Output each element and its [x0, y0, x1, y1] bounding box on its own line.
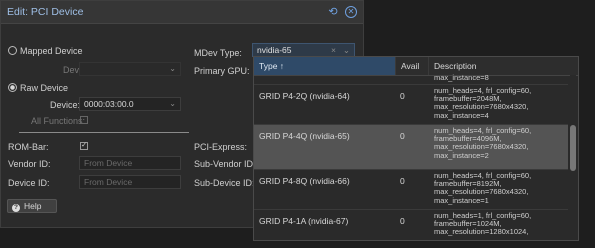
- all-functions-label: All Functions:: [31, 116, 86, 126]
- rom-bar-checkbox[interactable]: ✓: [80, 142, 88, 150]
- mdev-type-select[interactable]: nvidia-65 × ⌄: [252, 43, 355, 57]
- raw-device-select[interactable]: 0000:03:00.0 ⌄: [79, 97, 181, 111]
- vendor-id-label: Vendor ID:: [8, 159, 51, 169]
- row-avail: 0: [400, 176, 405, 186]
- list-item[interactable]: max_instance=8: [254, 67, 568, 85]
- vendor-id-input[interactable]: From Device: [79, 156, 181, 170]
- mapped-device-select[interactable]: ⌄: [79, 62, 181, 76]
- sub-device-id-label: Sub-Device ID:: [194, 178, 255, 188]
- row-avail: 0: [400, 216, 405, 226]
- close-icon[interactable]: ✕: [345, 6, 357, 18]
- chevron-down-icon: ⌄: [169, 64, 176, 73]
- help-label: Help: [24, 201, 42, 211]
- help-button[interactable]: ? Help: [7, 199, 57, 213]
- device-id-label: Device ID:: [8, 178, 50, 188]
- grid-scrollbar[interactable]: [570, 75, 576, 240]
- mdev-type-label: MDev Type:: [194, 48, 242, 58]
- clear-icon[interactable]: ×: [331, 44, 336, 56]
- primary-gpu-label: Primary GPU:: [194, 66, 250, 76]
- row-description: num_heads=1, frl_config=60, framebuffer=1…: [434, 211, 532, 237]
- scrollbar-thumb[interactable]: [570, 125, 576, 171]
- row-type: GRID P4-1A (nvidia-67): [259, 216, 349, 226]
- raw-device-field-label: Device:: [50, 100, 81, 110]
- reset-icon[interactable]: ⟲: [327, 6, 339, 18]
- raw-device-label: Raw Device: [20, 83, 69, 93]
- mdev-type-dropdown: Type ↑ Avail Description max_instance=8 …: [253, 56, 579, 241]
- row-type: GRID P4-4Q (nvidia-65): [259, 131, 350, 141]
- chevron-down-icon[interactable]: ⌄: [343, 44, 350, 56]
- row-description: max_instance=8: [434, 73, 489, 82]
- row-description: num_heads=4, frl_config=60, framebuffer=4…: [434, 126, 532, 160]
- row-description: num_heads=4, frl_config=60, framebuffer=2…: [434, 86, 532, 120]
- pci-express-label: PCI-Express:: [194, 142, 248, 152]
- dialog-title: Edit: PCI Device: [7, 6, 84, 18]
- device-id-input[interactable]: From Device: [79, 175, 181, 189]
- sub-vendor-id-label: Sub-Vendor ID:: [194, 159, 256, 169]
- raw-device-radio[interactable]: [8, 83, 17, 92]
- help-icon: ?: [12, 204, 20, 212]
- rom-bar-label: ROM-Bar:: [8, 142, 49, 152]
- raw-device-value: 0000:03:00.0: [84, 99, 134, 109]
- row-avail: 0: [400, 91, 405, 101]
- mdev-type-value: nvidia-65: [257, 45, 292, 55]
- grid-rows: max_instance=8 GRID P4-2Q (nvidia-64) 0 …: [254, 73, 568, 240]
- all-functions-checkbox[interactable]: [80, 116, 88, 124]
- list-item[interactable]: GRID P4-1A (nvidia-67) 0 num_heads=1, fr…: [254, 210, 568, 240]
- mapped-device-radio[interactable]: [8, 46, 17, 55]
- list-item[interactable]: GRID P4-4Q (nvidia-65) 0 num_heads=4, fr…: [254, 125, 568, 170]
- row-description: num_heads=4, frl_config=60, framebuffer=8…: [434, 171, 532, 205]
- row-type: GRID P4-2Q (nvidia-64): [259, 91, 350, 101]
- section-divider: [19, 132, 189, 133]
- row-type: GRID P4-8Q (nvidia-66): [259, 176, 350, 186]
- list-item[interactable]: GRID P4-8Q (nvidia-66) 0 num_heads=4, fr…: [254, 170, 568, 210]
- dialog-titlebar: Edit: PCI Device ⟲ ✕: [1, 1, 363, 24]
- row-avail: 0: [400, 131, 405, 141]
- chevron-down-icon: ⌄: [169, 99, 176, 108]
- list-item[interactable]: GRID P4-2Q (nvidia-64) 0 num_heads=4, fr…: [254, 85, 568, 125]
- mapped-device-label: Mapped Device: [20, 46, 83, 56]
